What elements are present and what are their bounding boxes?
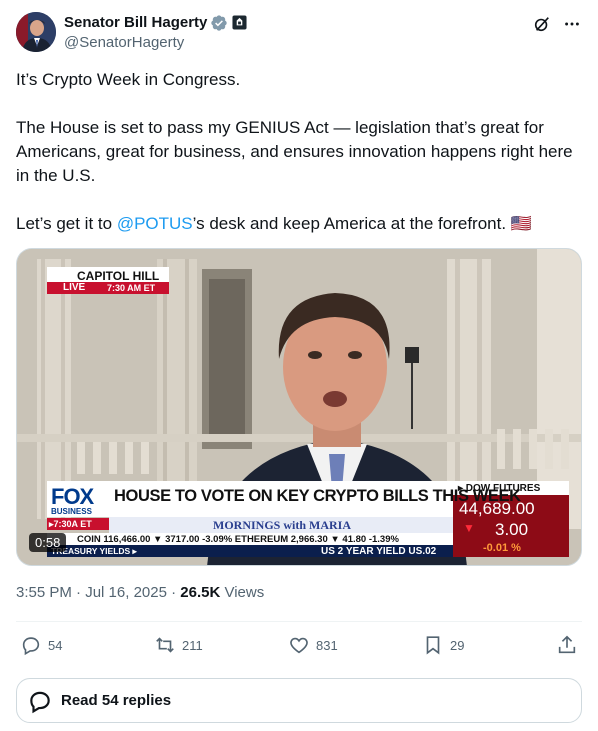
meta-separator: · (166, 584, 181, 601)
tweet-text-segment: ’s desk and keep America at the forefron… (192, 214, 532, 233)
tweet-text: It’s Crypto Week in Congress. The House … (16, 68, 582, 236)
bookmark-button[interactable]: 29 (422, 634, 464, 656)
repost-count: 211 (182, 637, 203, 653)
author-handle[interactable]: @SenatorHagerty (64, 34, 247, 51)
location-label: CAPITOL HILL (77, 269, 160, 283)
like-button[interactable]: 831 (288, 634, 338, 656)
live-label: LIVE (63, 282, 86, 293)
verified-badge-icon (210, 14, 228, 32)
tweet-paragraph-3: Let’s get it to @POTUS’s desk and keep A… (16, 212, 582, 236)
network-sub-label: BUSINESS (51, 507, 92, 516)
repost-button[interactable]: 211 (154, 634, 203, 656)
share-icon (558, 635, 576, 654)
heart-icon (290, 637, 308, 654)
action-bar: 54 211 831 29 (16, 634, 582, 658)
author-block: Senator Bill Hagerty @SenatorHagerty (64, 13, 247, 51)
dow-label: ▸ DOW FUTURES (458, 483, 541, 494)
live-time-label: 7:30 AM ET (107, 283, 156, 293)
bookmark-count: 29 (450, 637, 465, 653)
reply-count: 54 (48, 637, 63, 653)
repost-icon (156, 637, 174, 653)
tweet-header: Senator Bill Hagerty @SenatorHagerty (16, 12, 582, 54)
read-replies-button[interactable]: Read 54 replies (16, 678, 582, 723)
dow-change-arrow-icon: ▼ (463, 521, 475, 535)
tweet-text-segment: Let’s get it to (16, 214, 117, 233)
dow-value: 44,689.00 (459, 499, 535, 518)
dow-change: 3.00 (495, 520, 529, 539)
bookmark-icon (426, 636, 440, 655)
ticker-crypto: COIN 116,466.00 ▼ 3717.00 -3.09% ETHEREU… (77, 534, 399, 545)
post-date[interactable]: Jul 16, 2025 (85, 584, 167, 601)
tweet-meta: 3:55 PM · Jul 16, 2025 · 26.5K Views (16, 584, 264, 601)
air-time-label: ▸7:30A ET (49, 519, 92, 529)
like-count: 831 (316, 637, 338, 653)
views-label: Views (220, 584, 265, 601)
mention-link[interactable]: @POTUS (117, 214, 193, 233)
author-name[interactable]: Senator Bill Hagerty (64, 14, 207, 31)
more-options-icon[interactable] (562, 14, 582, 34)
reply-button[interactable]: 54 (20, 634, 62, 656)
views-count: 26.5K (180, 584, 221, 601)
reply-icon (22, 637, 40, 656)
post-time[interactable]: 3:55 PM (16, 584, 72, 601)
video-player[interactable]: CAPITOL HILL LIVE 7:30 AM ET FOX BUSINES… (16, 248, 582, 566)
dow-percent: -0.01 % (483, 542, 521, 554)
meta-separator: · (71, 584, 86, 601)
tweet-paragraph-2: The House is set to pass my GENIUS Act —… (16, 118, 573, 185)
government-badge-icon (232, 15, 247, 30)
tweet-paragraph-1: It’s Crypto Week in Congress. (16, 70, 241, 89)
show-name: MORNINGS with MARIA (213, 518, 351, 532)
top-actions (532, 14, 582, 34)
read-replies-label: Read 54 replies (61, 692, 172, 709)
ticker-yield: US 2 YEAR YIELD US.02 (321, 546, 437, 557)
grok-icon[interactable] (532, 14, 552, 34)
reply-bubble-icon (30, 691, 50, 713)
divider (16, 621, 582, 622)
avatar[interactable] (16, 12, 56, 52)
share-button[interactable] (556, 634, 578, 656)
video-duration: 0:58 (29, 533, 67, 552)
